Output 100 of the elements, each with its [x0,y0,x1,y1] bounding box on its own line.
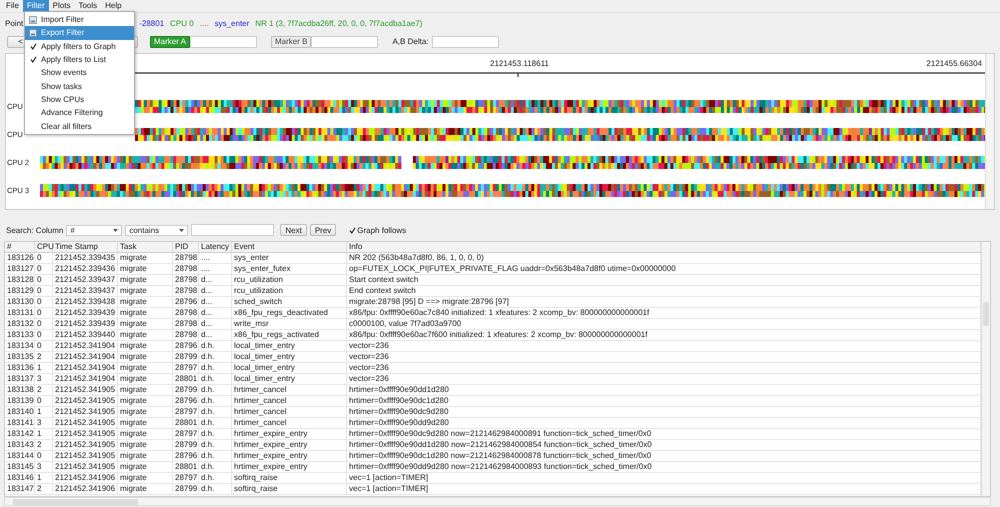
table-cell: local_timer_entry [232,363,347,373]
prev-button[interactable]: Prev [310,224,336,236]
table-cell: 2 [35,385,53,395]
table-cell: 183133 [5,330,35,340]
table-cell: migrate [118,275,173,285]
menu-item[interactable]: Advance Filtering [25,106,134,120]
table-cell: migrate [118,308,173,318]
next-button[interactable]: Next [280,224,307,236]
table-cell: local_timer_entry [232,352,347,362]
table-cell: migrate [118,374,173,384]
scrollbar[interactable] [981,242,990,496]
table-cell: 28798 [173,330,199,340]
table-cell: 2121452.339437 [53,275,118,285]
marker-b-button[interactable]: Marker B [271,36,312,48]
column-header[interactable]: # [5,242,35,252]
menu-title[interactable]: Help [101,0,126,12]
table-cell: 2121452.341905 [53,462,118,472]
marker-a-field[interactable] [190,36,258,48]
table-cell: 1 [35,363,53,373]
check-icon[interactable] [349,226,356,234]
table-cell: .... [199,264,232,274]
table-cell: 3 [35,374,53,384]
scrollbar[interactable] [985,54,994,209]
column-header[interactable]: PID [173,242,199,252]
menu-item[interactable]: Clear all filters [25,119,134,133]
table-cell: local_timer_entry [232,341,347,351]
column-header[interactable]: CPU [35,242,53,252]
table-cell: 28797 [173,429,199,439]
table-cell: 28798 [173,319,199,329]
table-cell: local_timer_entry [232,374,347,384]
delta-field[interactable] [432,36,500,48]
table-cell: 2121452.341906 [53,484,118,494]
table-cell: d.h. [199,462,232,472]
menu-title[interactable]: Plots [48,0,74,12]
column-header[interactable]: Latency [199,242,232,252]
table-cell: hrtimer_cancel [232,396,347,406]
table-cell: 28801 [173,374,199,384]
table-cell: sched_switch [232,297,347,307]
table-cell: 183136 [5,363,35,373]
check-icon[interactable] [30,56,36,64]
scrollbar[interactable] [4,497,991,506]
table-cell: 183130 [5,297,35,307]
column-select[interactable]: # [66,224,122,236]
table-cell: 28801 [173,418,199,428]
table-cell: migrate [118,297,173,307]
menu-title[interactable]: File [2,0,23,12]
pointer-latency: .... [200,18,209,28]
menu-item[interactable]: Show tasks [25,79,134,93]
menu-item[interactable]: Show CPUs [25,92,134,106]
table-cell: d.h. [199,407,232,417]
table-cell: migrate [118,330,173,340]
table-cell: 183135 [5,352,35,362]
table-cell: write_msr [232,319,347,329]
table-cell: 183131 [5,308,35,318]
table-cell: 183137 [5,374,35,384]
menu-title[interactable]: Tools [74,0,102,12]
table-cell: 183140 [5,407,35,417]
check-icon[interactable] [30,42,36,50]
column-header[interactable]: Time Stamp [53,242,118,252]
table-cell: d.h. [199,429,232,439]
table-cell: 183146 [5,473,35,483]
marker-b-field[interactable] [311,36,378,48]
table-cell: d.h. [199,484,232,494]
table-cell: migrate [118,341,173,351]
table-cell: 183129 [5,286,35,296]
menu-item[interactable]: Export Filter [25,26,134,40]
column-header[interactable]: Task [118,242,173,252]
table-cell: migrate [118,352,173,362]
table-cell: 28796 [173,451,199,461]
table-cell: 28799 [173,440,199,450]
table-cell: 183145 [5,462,35,472]
table-cell: 2121452.341905 [53,451,118,461]
table-cell: 183127 [5,264,35,274]
menu-title[interactable]: Filter [22,0,49,12]
table-cell: 0 [35,451,53,461]
table-cell: migrate [118,462,173,472]
table-cell: 2121452.341906 [53,473,118,483]
table-cell: d.h. [199,385,232,395]
table-cell: migrate [118,319,173,329]
table-cell: 28799 [173,484,199,494]
table-cell: sys_enter [232,253,347,263]
table-cell: 183128 [5,275,35,285]
table-cell: sys_enter_futex [232,264,347,274]
table-cell: x86_fpu_regs_activated [232,330,347,340]
caret-down-icon [179,228,184,232]
table-cell: 2121452.341905 [53,385,118,395]
menu-item[interactable]: Show events [25,66,134,80]
table-cell: 28797 [173,407,199,417]
mode-select[interactable]: contains [125,224,188,236]
table-cell: d... [199,297,232,307]
pointer-event: sys_enter [214,18,250,28]
table-cell: d.h. [199,473,232,483]
menu-item[interactable]: Apply filters to List [25,52,134,66]
search-field[interactable] [191,224,274,236]
column-header[interactable]: Event [232,242,347,252]
table-cell: 183147 [5,484,35,494]
table-cell: d... [199,319,232,329]
table-cell: 183143 [5,440,35,450]
table-cell: 2121452.341904 [53,352,118,362]
menu-item[interactable]: Import Filter [25,13,134,26]
